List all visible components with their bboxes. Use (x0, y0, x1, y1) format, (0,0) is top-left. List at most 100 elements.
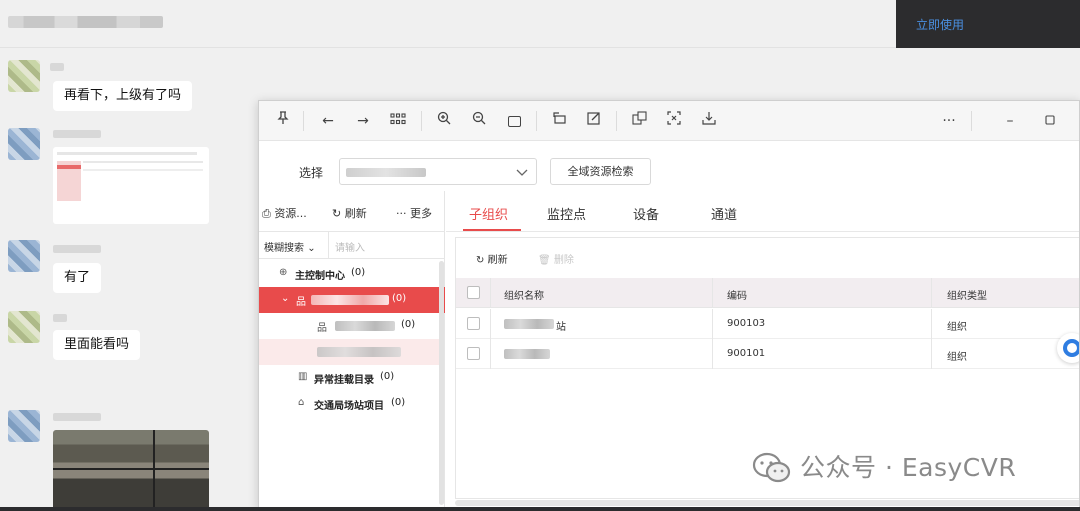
tree-refresh-label: 刷新 (344, 207, 367, 220)
tree-node-label: 主控制中心 (295, 271, 345, 282)
assistant-icon (1063, 339, 1079, 357)
tree-scrollbar[interactable] (439, 261, 444, 505)
cell-org-name: 站 (556, 322, 566, 333)
column-divider (931, 278, 932, 308)
translate-icon[interactable] (629, 111, 649, 131)
photo-thumbnail[interactable] (53, 430, 209, 511)
more-icon[interactable]: ··· (939, 111, 959, 131)
toolbar-divider (303, 111, 304, 131)
back-icon[interactable]: ← (318, 111, 338, 131)
grid-icon[interactable] (388, 111, 408, 131)
avatar[interactable] (8, 311, 40, 343)
sender-name-blurred (53, 413, 101, 421)
org-name-blurred (504, 319, 554, 329)
watermark-text: 公众号 · EasyCVR (800, 453, 1017, 482)
tab-monitoring-points[interactable]: 监控点 (547, 204, 586, 223)
refresh-icon: ↻ (476, 255, 485, 266)
zoom-out-icon[interactable] (469, 111, 489, 131)
edit-icon[interactable] (584, 111, 604, 131)
download-icon[interactable] (699, 111, 719, 131)
delete-label: 删除 (553, 255, 574, 266)
column-divider (490, 339, 491, 369)
wechat-logo-icon (752, 452, 791, 483)
select-all-checkbox[interactable] (467, 286, 480, 299)
message-bubble[interactable]: 再看下，上级有了吗 (53, 81, 193, 111)
cell-code: 900101 (727, 348, 766, 359)
chevron-down-icon: ⌄ (307, 243, 316, 254)
tab-channels[interactable]: 通道 (711, 204, 737, 223)
header-org-name: 组织名称 (504, 291, 544, 302)
building-icon: ▥ (298, 371, 308, 382)
photo-grid-line (153, 430, 155, 511)
column-divider (490, 278, 491, 308)
message-bubble[interactable]: 有了 (53, 263, 102, 293)
thumb-line (83, 161, 203, 163)
cell-org-type: 组织 (947, 352, 967, 363)
organization-select-row: 选择 全域资源检索 (259, 142, 1079, 190)
table-row[interactable]: 900101 组织 (456, 339, 1079, 369)
table-row[interactable]: 站 900103 组织 (456, 309, 1079, 339)
message-bubble[interactable]: 里面能看吗 (53, 330, 141, 360)
bottom-bar (0, 507, 1080, 511)
tree-node-label-blurred (335, 321, 395, 331)
chat-title-blurred (8, 16, 163, 28)
floating-assistant-button[interactable] (1057, 333, 1079, 363)
row-checkbox[interactable] (467, 317, 480, 330)
resources-label: 资源... (274, 207, 307, 220)
avatar[interactable] (8, 128, 40, 160)
sender-name-blurred (53, 314, 67, 322)
avatar[interactable] (8, 240, 40, 272)
sender-name-blurred (53, 130, 101, 138)
column-divider (712, 309, 713, 339)
global-resource-search-button[interactable]: 全域资源检索 (550, 158, 651, 185)
tree-search-input[interactable]: 请输入 (328, 232, 443, 258)
row-checkbox[interactable] (467, 347, 480, 360)
maximize-icon[interactable] (1040, 111, 1060, 131)
tree-node-count: (0) (392, 293, 407, 304)
rotate-icon[interactable] (549, 111, 569, 131)
search-mode-select[interactable]: 模糊搜索 ⌄ (264, 239, 316, 254)
delete-button[interactable]: 🗑 删除 (538, 251, 574, 266)
image-thumbnail[interactable] (53, 147, 209, 224)
table-refresh-button[interactable]: ↻ 刷新 (476, 251, 508, 266)
tree-node-main-control[interactable]: ⊕ 主控制中心 (0) (259, 261, 439, 287)
ellipsis-icon: ··· (396, 207, 407, 220)
use-now-link[interactable]: 立即使用 (916, 16, 964, 33)
resource-tree-panel: ⎙ 资源... ↻ 刷新 ··· 更多 模糊搜索 ⌄ 请输入 ⊕ 主控制中心 (… (259, 191, 445, 507)
column-divider (931, 309, 932, 339)
tree-node-child[interactable]: 品 (0) (259, 313, 439, 339)
refresh-icon: ↻ (332, 207, 342, 220)
trash-icon: 🗑 (538, 255, 551, 266)
table-header: 组织名称 编码 组织类型 (456, 278, 1079, 308)
screenshot-icon[interactable] (664, 111, 684, 131)
actual-size-icon[interactable] (504, 111, 524, 131)
resource-icon: ⎙ (262, 207, 271, 220)
resources-button[interactable]: ⎙ 资源... (262, 205, 307, 221)
forward-icon[interactable]: → (353, 111, 373, 131)
photo-grid-line (53, 468, 209, 470)
chevron-down-icon (516, 162, 528, 185)
tree-node-abnormal-mount[interactable]: ▥ 异常挂载目录 (0) (259, 365, 439, 391)
zoom-in-icon[interactable] (434, 111, 454, 131)
avatar[interactable] (8, 60, 40, 92)
sender-name-blurred (53, 245, 101, 253)
avatar[interactable] (8, 410, 40, 442)
select-label: 选择 (299, 166, 324, 180)
minimize-icon[interactable]: – (1000, 111, 1020, 131)
toolbar-divider (536, 111, 537, 131)
tree-node-selected[interactable]: ⌄ 品 (0) (259, 287, 445, 313)
table-horizontal-scrollbar[interactable] (455, 500, 1079, 506)
thumb-line (83, 169, 203, 171)
tree-refresh-button[interactable]: ↻ 刷新 (332, 205, 367, 221)
column-divider (490, 309, 491, 339)
pin-icon[interactable] (273, 111, 293, 131)
more-label: 更多 (410, 207, 432, 220)
tree-node-child[interactable] (259, 339, 439, 365)
more-button[interactable]: ··· 更多 (396, 205, 432, 221)
tree-node-label: 交通局场站项目 (314, 401, 384, 412)
tree-node-transport-project[interactable]: ⌂ 交通局场站项目 (0) (259, 391, 439, 417)
organization-dropdown[interactable] (339, 158, 537, 185)
tab-sub-organization[interactable]: 子组织 (469, 204, 508, 223)
tab-devices[interactable]: 设备 (633, 204, 659, 223)
window-toolbar: ← → ··· – (259, 101, 1079, 141)
